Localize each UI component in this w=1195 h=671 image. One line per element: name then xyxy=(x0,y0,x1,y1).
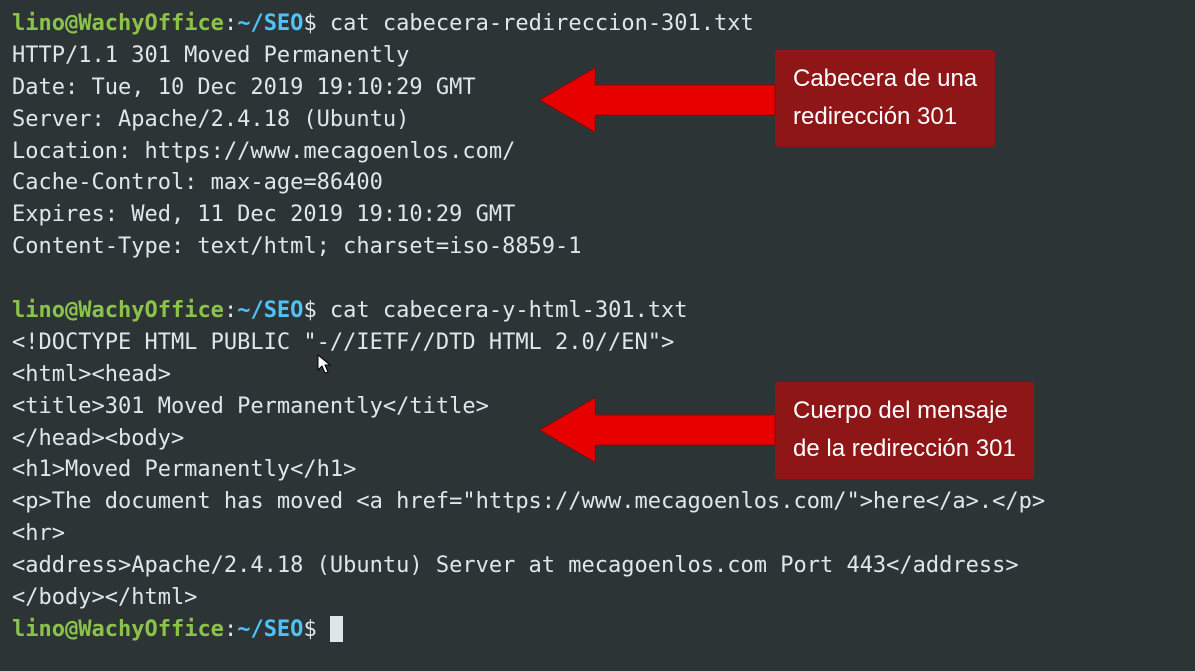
prompt-line-1[interactable]: lino@WachyOffice:~/SEO$ cat cabecera-red… xyxy=(12,8,1183,40)
prompt-path: SEO xyxy=(264,298,304,323)
prompt-user: lino xyxy=(12,617,65,642)
cursor-space xyxy=(317,617,330,642)
prompt-symbol: $ xyxy=(303,11,316,36)
command-1: cat cabecera-redireccion-301.txt xyxy=(317,11,754,36)
callout-line: Cabecera de una xyxy=(793,60,977,98)
prompt-at: @ xyxy=(65,617,78,642)
prompt-line-2[interactable]: lino@WachyOffice:~/SEO$ cat cabecera-y-h… xyxy=(12,295,1183,327)
output-line: <!DOCTYPE HTML PUBLIC "-//IETF//DTD HTML… xyxy=(12,327,1183,359)
prompt-tilde: ~ xyxy=(237,11,250,36)
prompt-colon: : xyxy=(224,298,237,323)
output-line: </body></html> xyxy=(12,582,1183,614)
arrow-icon xyxy=(540,390,780,470)
output-line: <p>The document has moved <a href="https… xyxy=(12,486,1183,518)
callout-line: redirección 301 xyxy=(793,98,977,136)
prompt-colon: : xyxy=(224,617,237,642)
prompt-tilde: ~ xyxy=(237,298,250,323)
output-line: Content-Type: text/html; charset=iso-885… xyxy=(12,231,1183,263)
prompt-at: @ xyxy=(65,298,78,323)
prompt-path: SEO xyxy=(264,617,304,642)
output-line: Location: https://www.mecagoenlos.com/ xyxy=(12,136,1183,168)
blank-line xyxy=(12,263,1183,295)
output-line: <hr> xyxy=(12,518,1183,550)
prompt-slash: / xyxy=(250,11,263,36)
prompt-at: @ xyxy=(65,11,78,36)
prompt-path: SEO xyxy=(264,11,304,36)
output-line: Cache-Control: max-age=86400 xyxy=(12,167,1183,199)
prompt-line-3[interactable]: lino@WachyOffice:~/SEO$ xyxy=(12,614,1183,646)
command-2: cat cabecera-y-html-301.txt xyxy=(317,298,688,323)
prompt-user: lino xyxy=(12,11,65,36)
arrow-icon xyxy=(540,60,780,140)
mouse-cursor-icon xyxy=(317,354,333,376)
prompt-colon: : xyxy=(224,11,237,36)
prompt-user: lino xyxy=(12,298,65,323)
prompt-tilde: ~ xyxy=(237,617,250,642)
callout-body: Cuerpo del mensaje de la redirección 301 xyxy=(775,382,1034,479)
prompt-host: WachyOffice xyxy=(78,11,224,36)
callout-line: de la redirección 301 xyxy=(793,430,1016,468)
prompt-slash: / xyxy=(250,298,263,323)
output-line: <address>Apache/2.4.18 (Ubuntu) Server a… xyxy=(12,550,1183,582)
terminal-cursor xyxy=(330,616,343,642)
prompt-host: WachyOffice xyxy=(78,617,224,642)
output-line: Expires: Wed, 11 Dec 2019 19:10:29 GMT xyxy=(12,199,1183,231)
prompt-symbol: $ xyxy=(303,298,316,323)
callout-header: Cabecera de una redirección 301 xyxy=(775,50,995,147)
callout-line: Cuerpo del mensaje xyxy=(793,392,1016,430)
prompt-symbol: $ xyxy=(303,617,316,642)
prompt-slash: / xyxy=(250,617,263,642)
prompt-host: WachyOffice xyxy=(78,298,224,323)
